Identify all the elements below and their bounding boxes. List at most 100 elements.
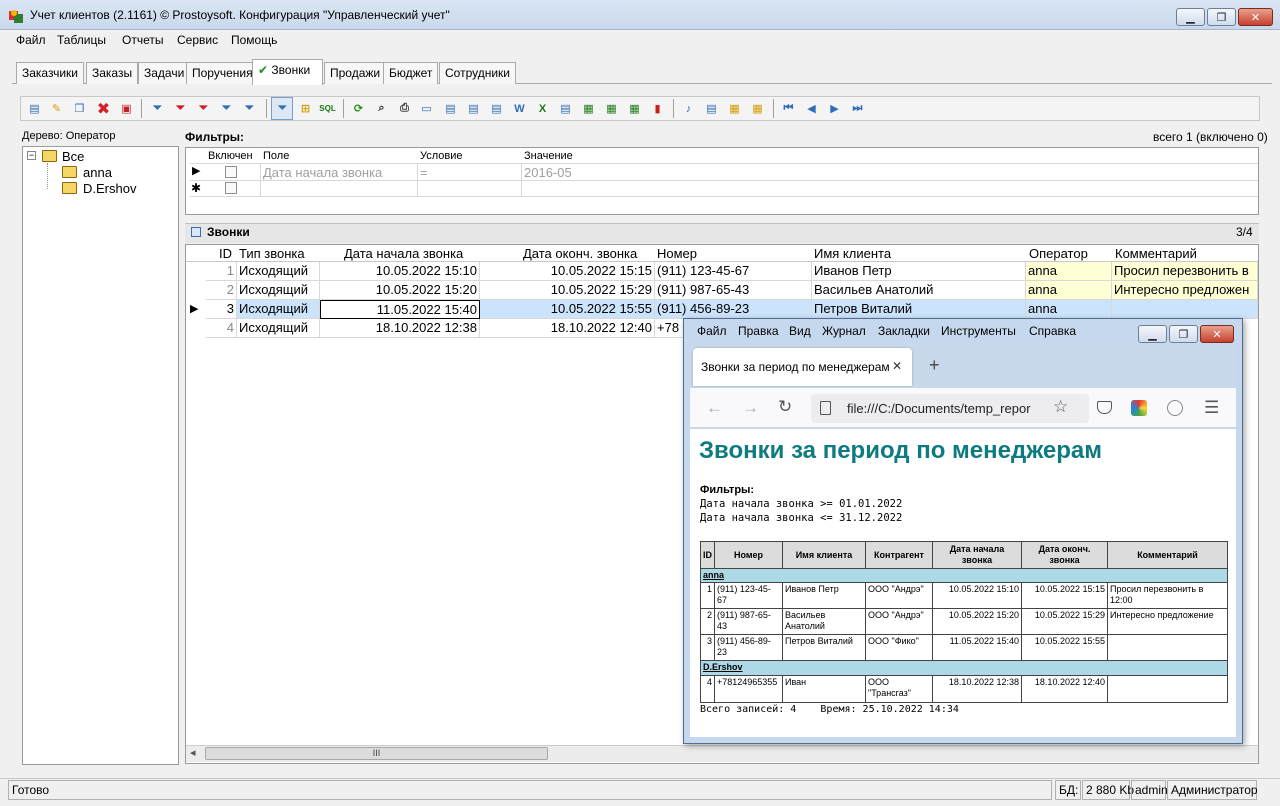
tab-tasks[interactable]: Задачи <box>138 62 191 84</box>
extension-icon[interactable] <box>1131 400 1147 416</box>
filter-toggle-icon[interactable]: ⏷ <box>274 100 291 117</box>
tab-sales[interactable]: Продажи <box>324 62 387 84</box>
hamburger-menu-icon[interactable]: ☰ <box>1204 398 1219 418</box>
chart-icon[interactable]: ▮ <box>649 100 666 117</box>
tree-expander[interactable]: − <box>27 151 36 160</box>
table-row-selected[interactable]: 3 Исходящий 11.05.2022 15:40 10.05.2022 … <box>206 300 1258 319</box>
table-row[interactable]: 1 Исходящий 10.05.2022 15:10 10.05.2022 … <box>186 262 1258 281</box>
export-csv-icon[interactable]: ▦ <box>580 100 597 117</box>
tree-node-all[interactable]: Все <box>62 149 84 164</box>
refresh-icon[interactable]: ⟳ <box>350 100 367 117</box>
back-icon[interactable]: ← <box>706 398 723 418</box>
tab-budget[interactable]: Бюджет <box>383 62 439 84</box>
browser-menu-edit[interactable]: Правка <box>738 324 779 338</box>
filter-value-value[interactable]: 2016-05 <box>524 165 572 180</box>
address-url[interactable]: file:///C:/Documents/temp_repor <box>847 401 1045 416</box>
filter-col-value[interactable]: Значение <box>524 150 573 162</box>
browser-menu-help[interactable]: Справка <box>1029 324 1076 338</box>
table-row[interactable]: 2 Исходящий 10.05.2022 15:20 10.05.2022 … <box>186 281 1258 300</box>
export-excel-icon[interactable]: X <box>534 100 551 117</box>
tree-node-ershov[interactable]: D.Ershov <box>83 181 136 196</box>
delete-all-icon[interactable]: ▣ <box>118 100 135 117</box>
minimize-button[interactable]: ▁ <box>1176 8 1205 26</box>
filter-field-value[interactable]: Дата начала звонка <box>263 165 382 180</box>
filter-edit-icon[interactable]: ⏷ <box>241 100 258 117</box>
prev-record-icon[interactable]: ◀ <box>803 100 820 117</box>
forward-icon[interactable]: → <box>742 398 759 418</box>
sql-icon[interactable]: SQL <box>319 100 336 117</box>
browser-menu-view[interactable]: Вид <box>789 324 811 338</box>
print-icon[interactable]: ⎙ <box>396 100 413 117</box>
menu-help[interactable]: Помощь <box>231 33 277 47</box>
menu-service[interactable]: Сервис <box>177 33 218 47</box>
filter-icon[interactable]: ⏷ <box>149 100 166 117</box>
export-word-icon[interactable]: W <box>511 100 528 117</box>
browser-menu-bookmarks[interactable]: Закладки <box>878 324 930 338</box>
export-xml-icon[interactable]: ▦ <box>603 100 620 117</box>
globe-icon[interactable] <box>1167 400 1183 416</box>
filter-add-icon[interactable]: ⏷ <box>218 100 235 117</box>
tab-assignments[interactable]: Поручения <box>186 62 259 84</box>
filter-enabled-checkbox[interactable] <box>225 166 237 178</box>
col-call-type[interactable]: Тип звонка <box>239 245 319 262</box>
filter-col-field[interactable]: Поле <box>263 150 289 162</box>
export-4-icon[interactable]: ▤ <box>557 100 574 117</box>
tab-orders[interactable]: Заказы <box>86 62 139 84</box>
tab-employees[interactable]: Сотрудники <box>439 62 516 84</box>
filter-col-enabled[interactable]: Включен <box>208 150 253 162</box>
filter-clear-icon[interactable]: ⏷ <box>195 100 212 117</box>
menu-tables[interactable]: Таблицы <box>57 33 106 47</box>
tab-close-icon[interactable]: ✕ <box>892 359 902 373</box>
preview-icon[interactable]: ▭ <box>418 100 435 117</box>
close-button[interactable]: ✕ <box>1238 8 1273 26</box>
new-record-icon[interactable]: ▤ <box>26 100 43 117</box>
delete-icon[interactable]: ✖ <box>95 100 112 118</box>
maximize-button[interactable]: ❐ <box>1207 8 1236 26</box>
cell-start-focused[interactable]: 11.05.2022 15:40 <box>320 300 480 319</box>
filter-tree-icon[interactable]: ⊞ <box>297 100 314 117</box>
col-start[interactable]: Дата начала звонка <box>344 245 478 262</box>
filter-condition-value[interactable]: = <box>420 165 428 180</box>
sort-icon[interactable]: ♪ <box>680 100 697 117</box>
doc-icon[interactable]: ▤ <box>703 100 720 117</box>
export-icon[interactable]: ▤ <box>442 100 459 117</box>
browser-maximize-button[interactable]: ❐ <box>1169 325 1198 343</box>
browser-minimize-button[interactable]: ▁ <box>1138 325 1167 343</box>
tab-customers[interactable]: Заказчики <box>16 62 84 84</box>
col-operator[interactable]: Оператор <box>1029 245 1109 262</box>
copy-icon[interactable]: ❐ <box>71 100 88 117</box>
tab-calls[interactable]: ✔ Звонки <box>252 59 323 85</box>
bookmark-star-icon[interactable]: ☆ <box>1053 397 1068 417</box>
first-record-icon[interactable]: ⏮ <box>780 100 797 117</box>
tree-node-anna[interactable]: anna <box>83 165 112 180</box>
search-icon[interactable]: ⌕ <box>373 100 390 117</box>
scroll-thumb[interactable]: III <box>205 747 548 760</box>
next-record-icon[interactable]: ▶ <box>826 100 843 117</box>
pocket-icon[interactable] <box>1097 401 1112 414</box>
new-tab-icon[interactable]: + <box>929 355 940 376</box>
browser-menu-history[interactable]: Журнал <box>822 324 866 338</box>
menu-reports[interactable]: Отчеты <box>122 33 163 47</box>
reload-icon[interactable]: ↻ <box>778 397 792 417</box>
cell-id: 1 <box>206 262 237 281</box>
filter-col-condition[interactable]: Условие <box>420 150 463 162</box>
col-phone[interactable]: Номер <box>657 245 807 262</box>
menu-file[interactable]: Файл <box>16 33 46 47</box>
new-filter-checkbox[interactable] <box>225 182 237 194</box>
edit-icon[interactable]: ✎ <box>48 100 65 117</box>
filter-remove-icon[interactable]: ⏷ <box>172 100 189 117</box>
export-html-icon[interactable]: ▦ <box>626 100 643 117</box>
browser-menu-tools[interactable]: Инструменты <box>941 324 1016 338</box>
columns-icon[interactable]: ▦ <box>726 100 743 117</box>
settings-grid-icon[interactable]: ▦ <box>749 100 766 117</box>
browser-menu-file[interactable]: Файл <box>697 324 727 338</box>
col-client[interactable]: Имя клиента <box>814 245 1014 262</box>
col-end[interactable]: Дата оконч. звонка <box>523 245 653 262</box>
browser-close-button[interactable]: ✕ <box>1200 325 1234 343</box>
scroll-left-icon[interactable]: ◂ <box>190 746 196 759</box>
export-2-icon[interactable]: ▤ <box>465 100 482 117</box>
export-3-icon[interactable]: ▤ <box>488 100 505 117</box>
col-id[interactable]: ID <box>219 245 235 262</box>
col-comment[interactable]: Комментарий <box>1115 245 1257 262</box>
last-record-icon[interactable]: ⏭ <box>849 100 866 117</box>
